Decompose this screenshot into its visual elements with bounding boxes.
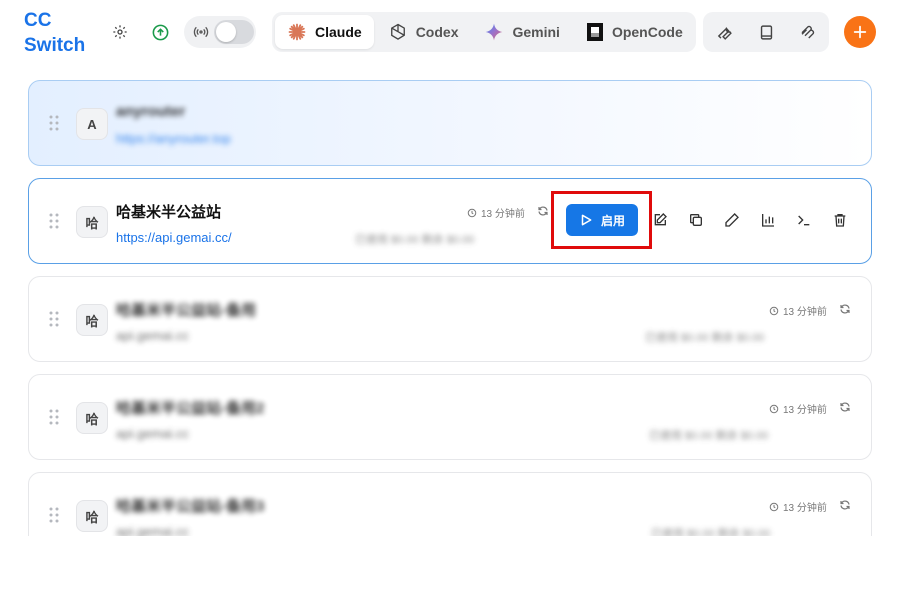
toggle-knob (216, 22, 236, 42)
plus-icon (853, 25, 867, 39)
settings-button[interactable] (106, 18, 134, 46)
app-window: CC Switch Claude Codex Gemini OpenCode A… (0, 0, 900, 600)
terminal-button[interactable] (793, 209, 815, 231)
provider-name: 哈基米半公益站 (116, 204, 222, 221)
mcp-icon (801, 25, 815, 39)
avatar: 哈 (76, 304, 108, 336)
logo-line-2: Switch (24, 35, 86, 56)
signal-icon (188, 24, 214, 40)
last-check-time: 13 分钟前 (467, 205, 525, 220)
refresh-icon[interactable] (537, 204, 549, 222)
proxy-toggle-group (184, 16, 256, 48)
avatar: 哈 (76, 206, 108, 238)
tab-gemini[interactable]: Gemini (472, 15, 571, 49)
avatar: 哈 (76, 500, 108, 532)
delete-button[interactable] (829, 209, 851, 231)
provider-card[interactable]: A anyrouter https://anyrouter.top (28, 80, 872, 166)
proxy-toggle-switch[interactable] (214, 20, 254, 44)
provider-name: 哈基米半公益站-备用 (116, 302, 256, 319)
highlight-box (551, 191, 652, 249)
clock-icon (769, 502, 779, 511)
provider-card[interactable]: 哈 哈基米半公益站-备用2 api.gemai.cc 13 分钟前 已使用 $0… (28, 374, 872, 460)
gear-icon (113, 25, 127, 39)
refresh-icon[interactable] (839, 498, 851, 516)
book-icon (760, 24, 772, 40)
time-text: 13 分钟前 (783, 307, 827, 318)
avatar: A (76, 108, 108, 140)
mcp-button[interactable] (794, 18, 822, 46)
tab-claude[interactable]: Claude (275, 15, 374, 49)
prompts-button[interactable] (752, 18, 780, 46)
pencil-icon (725, 213, 739, 227)
refresh-icon[interactable] (839, 400, 851, 418)
tab-codex-label: Codex (415, 24, 459, 40)
tab-opencode[interactable]: OpenCode (574, 15, 695, 49)
openai-icon (390, 23, 405, 40)
tab-opencode-label: OpenCode (611, 24, 683, 40)
provider-name: 哈基米半公益站-备用2 (116, 400, 265, 417)
provider-url[interactable]: api.gemai.cc (116, 524, 189, 536)
provider-url[interactable]: api.gemai.cc (116, 328, 189, 343)
last-check-time: 13 分钟前 (769, 499, 827, 514)
usage-info: 已使用 $0.00 剩余 $0.00 (651, 528, 771, 536)
add-provider-button[interactable] (844, 16, 876, 48)
app-tabs: Claude Codex Gemini OpenCode (272, 12, 696, 52)
provider-url[interactable]: https://api.gemai.cc/ (116, 230, 232, 245)
usage-info: 已使用 $0.00 剩余 $0.00 (355, 234, 475, 246)
drag-handle-icon[interactable] (49, 311, 59, 332)
provider-list: A anyrouter https://anyrouter.top 哈 哈基米半… (28, 80, 872, 536)
footer-area (0, 536, 900, 600)
clock-icon (769, 404, 779, 413)
time-text: 13 分钟前 (481, 209, 525, 220)
toolbar (703, 12, 829, 52)
clock-icon (467, 208, 477, 217)
last-check-time: 13 分钟前 (769, 303, 827, 318)
clock-icon (769, 306, 779, 315)
refresh-icon[interactable] (839, 302, 851, 320)
tab-codex[interactable]: Codex (376, 15, 471, 49)
provider-card[interactable]: 哈 哈基米半公益站-备用3 api.gemai.cc 13 分钟前 已使用 $0… (28, 472, 872, 536)
tab-claude-label: Claude (315, 24, 362, 40)
card-actions (649, 209, 851, 231)
drag-handle-icon[interactable] (49, 409, 59, 430)
time-text: 13 分钟前 (783, 405, 827, 416)
gemini-icon (486, 23, 503, 41)
claude-icon (288, 23, 306, 41)
app-logo: CC Switch (24, 8, 94, 58)
time-text: 13 分钟前 (783, 503, 827, 514)
drag-handle-icon[interactable] (49, 115, 59, 136)
copy-icon (690, 214, 702, 226)
edit-button[interactable] (649, 209, 671, 231)
drag-handle-icon[interactable] (49, 507, 59, 528)
test-button[interactable] (721, 209, 743, 231)
trash-icon (834, 214, 846, 227)
provider-card[interactable]: 哈 哈基米半公益站-备用 api.gemai.cc 13 分钟前 已使用 $0.… (28, 276, 872, 362)
avatar: 哈 (76, 402, 108, 434)
stats-button[interactable] (757, 209, 779, 231)
bar-chart-icon (762, 214, 774, 227)
provider-name: anyrouter (116, 103, 186, 120)
drag-handle-icon[interactable] (49, 213, 59, 234)
duplicate-button[interactable] (685, 209, 707, 231)
usage-info: 已使用 $0.00 剩余 $0.00 (645, 332, 765, 344)
tab-gemini-label: Gemini (512, 24, 560, 40)
last-check-time: 13 分钟前 (769, 401, 827, 416)
provider-url[interactable]: api.gemai.cc (116, 426, 189, 441)
usage-info: 已使用 $0.00 剩余 $0.00 (649, 430, 769, 442)
provider-url[interactable]: https://anyrouter.top (116, 131, 231, 146)
terminal-icon (798, 215, 810, 226)
provider-card[interactable]: 哈 哈基米半公益站 https://api.gemai.cc/ 13 分钟前 已… (28, 178, 872, 264)
skills-button[interactable] (710, 18, 738, 46)
wrench-icon (717, 26, 732, 40)
update-button[interactable] (146, 18, 174, 46)
opencode-icon (586, 23, 603, 41)
logo-line-1: CC (24, 10, 52, 31)
provider-name: 哈基米半公益站-备用3 (116, 498, 265, 515)
edit-icon (654, 213, 667, 226)
upload-icon (152, 24, 168, 40)
